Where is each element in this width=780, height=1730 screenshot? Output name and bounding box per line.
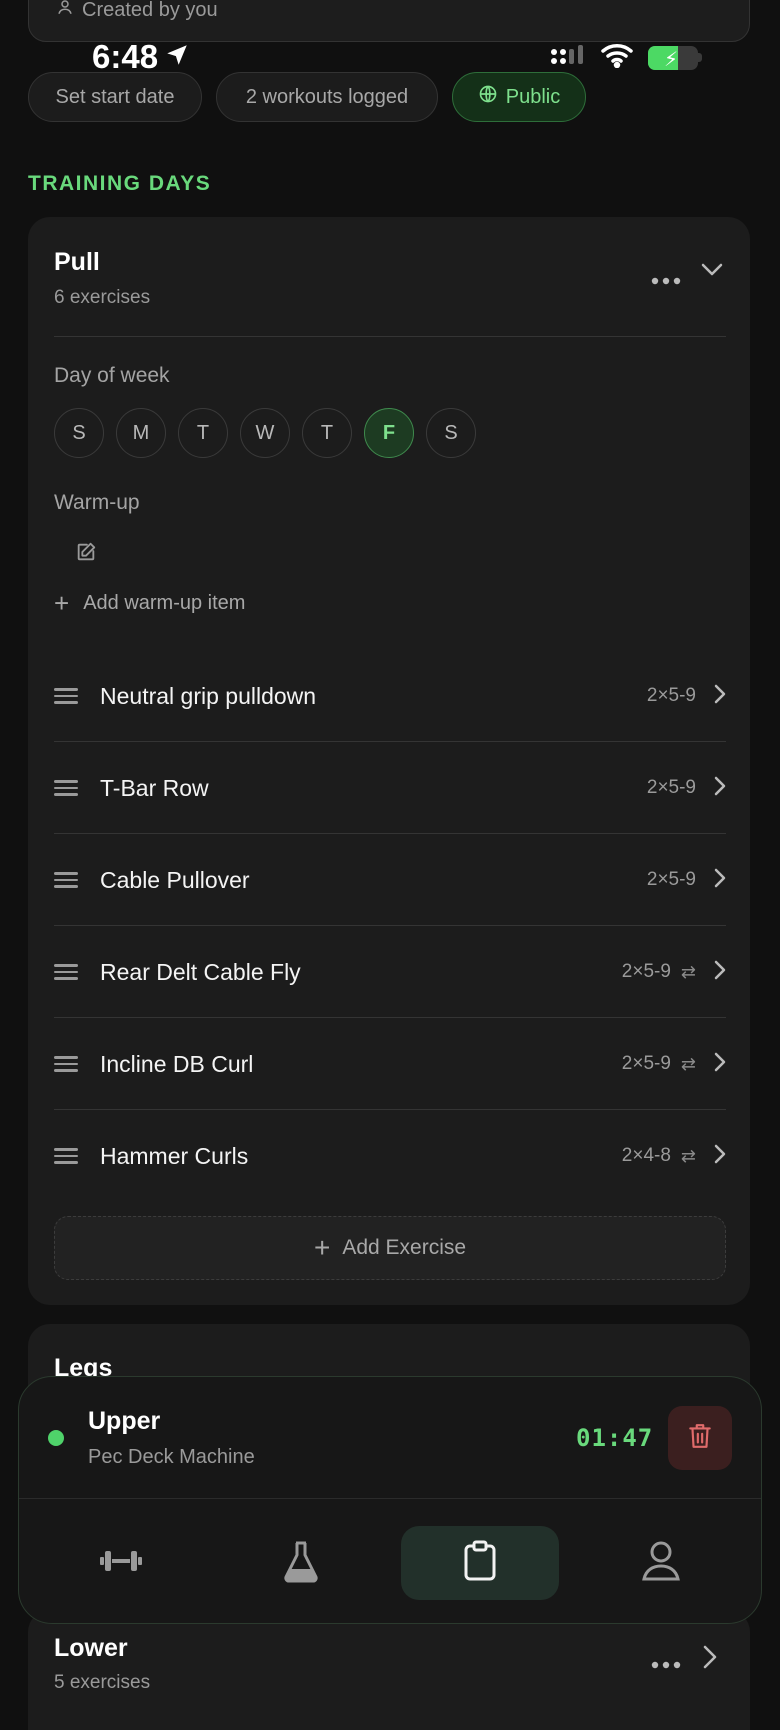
day-subtitle: 6 exercises (54, 287, 151, 308)
day-title[interactable]: Pull (54, 248, 100, 277)
status-indicators: ⚡ (550, 42, 702, 73)
created-by: Created by you (56, 0, 218, 22)
drag-handle-icon[interactable] (54, 780, 78, 796)
session-exercise: Pec Deck Machine (88, 1446, 255, 1468)
chevron-right-icon[interactable] (702, 1644, 718, 1675)
warmup-label: Warm-up (54, 491, 140, 514)
exercise-row[interactable]: Rear Delt Cable Fly 2×5-9 ⇄ (54, 926, 726, 1018)
add-warmup-label: Add warm-up item (83, 592, 246, 614)
chevron-right-icon (714, 960, 726, 985)
chip-label: 2 workouts logged (245, 85, 409, 108)
chevron-right-icon (714, 1052, 726, 1077)
exercise-name: Hammer Curls (100, 1142, 249, 1169)
live-indicator (48, 1430, 64, 1446)
day-toggle[interactable]: T (302, 408, 352, 458)
exercise-scheme: 2×5-9 (647, 685, 696, 707)
exercise-row[interactable]: Neutral grip pulldown 2×5-9 (54, 650, 726, 742)
more-options-icon[interactable] (650, 1646, 682, 1677)
exercise-scheme: 2×4-8 ⇄ (622, 1145, 696, 1167)
exercise-row[interactable]: T-Bar Row 2×5-9 (54, 742, 726, 834)
chip-label: Public (505, 85, 561, 108)
exercise-row[interactable]: Incline DB Curl 2×5-9 ⇄ (54, 1018, 726, 1110)
exercise-scheme: 2×5-9 ⇄ (622, 961, 696, 983)
drag-handle-icon[interactable] (54, 872, 78, 888)
set-rep-scheme: 2×5-9 (646, 777, 696, 798)
day-toggle[interactable]: W (240, 408, 290, 458)
wifi-icon (600, 42, 634, 73)
drag-handle-icon[interactable] (54, 688, 78, 704)
day-toggle[interactable]: M (116, 408, 166, 458)
exercise-name: Cable Pullover (100, 866, 250, 893)
day-subtitle: 5 exercises (54, 1672, 151, 1693)
person-icon (56, 0, 74, 22)
day-toggle[interactable]: S (426, 408, 476, 458)
swap-icon: ⇄ (680, 1053, 696, 1074)
drag-handle-icon[interactable] (54, 1056, 78, 1072)
set-rep-scheme: 2×5-9 (621, 961, 671, 982)
divider (19, 1498, 761, 1499)
day-of-week-label: Day of week (54, 364, 170, 387)
add-exercise-label: Add Exercise (342, 1236, 467, 1259)
location-arrow-icon (164, 38, 190, 76)
dumbbell-icon (98, 1547, 144, 1580)
set-start-date-chip[interactable]: Set start date (28, 72, 202, 122)
signal-icon (550, 44, 586, 71)
visibility-chip[interactable]: Public (452, 72, 586, 122)
plus-icon: + (313, 1232, 331, 1263)
nav-workouts[interactable] (42, 1526, 200, 1600)
chevron-down-icon[interactable] (700, 262, 724, 283)
swap-icon: ⇄ (680, 1145, 696, 1166)
exercise-row[interactable]: Hammer Curls 2×4-8 ⇄ (54, 1110, 726, 1202)
trash-icon (687, 1422, 713, 1455)
nav-program[interactable] (401, 1526, 559, 1600)
day-title: Lower (54, 1634, 128, 1662)
set-rep-scheme: 2×5-9 (646, 869, 696, 890)
set-rep-scheme: 2×5-9 (621, 1053, 671, 1074)
chevron-right-icon (714, 684, 726, 709)
clipboard-icon (463, 1540, 497, 1587)
nav-lab[interactable] (222, 1526, 380, 1600)
clock-label: 6:48 (92, 38, 159, 75)
session-title[interactable]: Upper (88, 1407, 160, 1436)
exercise-name: Neutral grip pulldown (100, 682, 317, 709)
set-rep-scheme: 2×4-8 (621, 1145, 671, 1166)
exercise-name: Rear Delt Cable Fly (100, 958, 301, 985)
add-warmup-button[interactable]: + Add warm-up item (54, 588, 245, 619)
discard-session-button[interactable] (668, 1406, 732, 1470)
chip-label: Set start date (55, 85, 175, 108)
divider (54, 336, 726, 337)
more-options-icon[interactable] (650, 262, 682, 293)
swap-icon: ⇄ (680, 961, 696, 982)
exercise-row[interactable]: Cable Pullover 2×5-9 (54, 834, 726, 926)
globe-icon (478, 84, 498, 110)
section-title: TRAINING DAYS (28, 172, 212, 195)
chevron-right-icon (714, 776, 726, 801)
exercise-scheme: 2×5-9 (647, 869, 696, 891)
status-time: 6:48 (92, 38, 190, 76)
plus-icon: + (54, 588, 70, 618)
battery-icon: ⚡ (648, 45, 702, 70)
exercise-scheme: 2×5-9 (647, 777, 696, 799)
chevron-right-icon (714, 868, 726, 893)
drag-handle-icon[interactable] (54, 1148, 78, 1164)
workouts-logged-chip[interactable]: 2 workouts logged (216, 72, 438, 122)
flask-icon (281, 1539, 321, 1588)
created-by-label: Created by you (82, 0, 218, 21)
training-day-card-lower[interactable] (28, 1610, 750, 1730)
drag-handle-icon[interactable] (54, 964, 78, 980)
set-rep-scheme: 2×5-9 (646, 685, 696, 706)
exercise-scheme: 2×5-9 ⇄ (622, 1053, 696, 1075)
edit-icon[interactable] (75, 541, 97, 568)
day-toggle[interactable]: S (54, 408, 104, 458)
session-timer: 01:47 (576, 1424, 654, 1452)
add-exercise-button[interactable]: + Add Exercise (54, 1216, 726, 1280)
exercise-name: T-Bar Row (100, 774, 209, 801)
chevron-right-icon (714, 1144, 726, 1169)
profile-icon (641, 1540, 681, 1587)
day-toggle[interactable]: T (178, 408, 228, 458)
exercise-name: Incline DB Curl (100, 1050, 254, 1077)
day-toggle[interactable]: F (364, 408, 414, 458)
nav-profile[interactable] (582, 1526, 740, 1600)
